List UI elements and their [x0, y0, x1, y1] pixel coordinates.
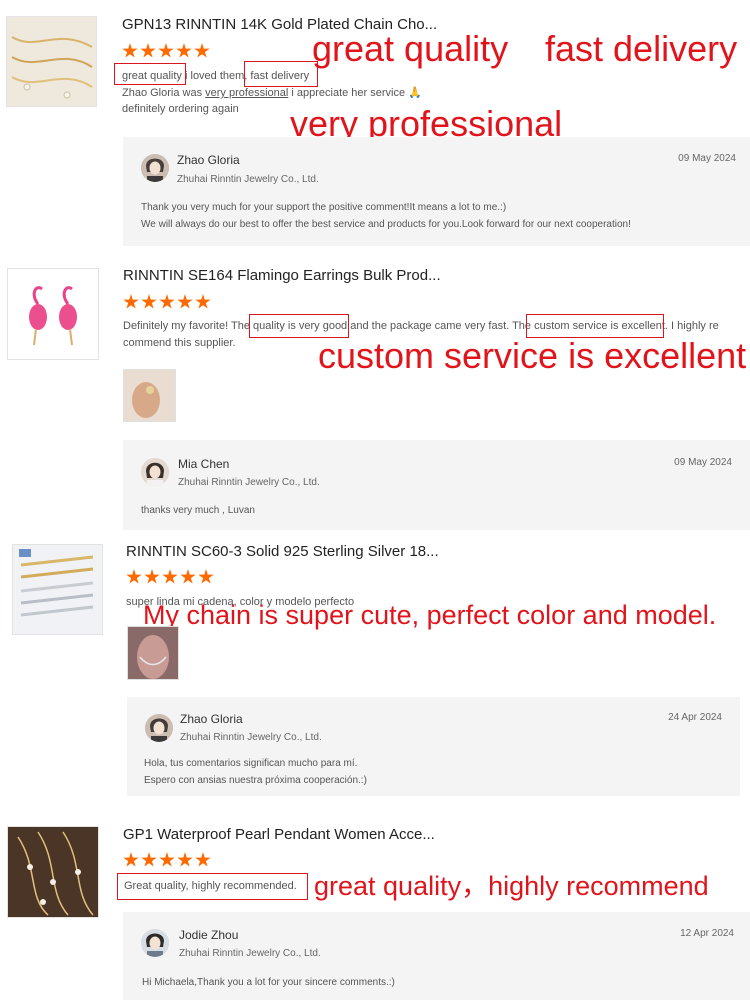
review-text-segment: Zhao Gloria was: [122, 87, 206, 99]
reply-text: Hi Michaela,Thank you a lot for your sin…: [142, 974, 742, 991]
highlight-box: [117, 873, 308, 900]
product-title-link[interactable]: RINNTIN SE164 Flamingo Earrings Bulk Pro…: [123, 267, 441, 284]
annotation-label: My chain is super cute, perfect color an…: [143, 600, 717, 630]
star-icon: [122, 43, 138, 58]
seller-reply: Zhao Gloria Zhuhai Rinntin Jewelry Co., …: [123, 137, 750, 246]
reply-author-name: Mia Chen: [178, 457, 230, 471]
pearl-pendant-image: [8, 827, 98, 917]
annotation-label: custom service is excellent: [318, 335, 747, 376]
avatar: [141, 154, 169, 182]
star-icon: [141, 294, 157, 309]
highlight-box: [114, 63, 186, 85]
reply-date: 09 May 2024: [674, 457, 732, 468]
product-title-link[interactable]: GP1 Waterproof Pearl Pendant Women Acce.…: [123, 826, 435, 843]
reply-text-line: Espero con ansias nuestra próxima cooper…: [144, 775, 367, 786]
annotation-label: great quality，highly recommend: [314, 871, 709, 901]
seller-reply: Jodie Zhou Zhuhai Rinntin Jewelry Co., L…: [123, 912, 750, 1000]
product-thumbnail[interactable]: [7, 826, 99, 918]
reply-author-name: Jodie Zhou: [179, 928, 239, 942]
review-text-segment: . I highly re: [664, 320, 719, 332]
review-text-segment: Definitely my favorite! The: [123, 320, 254, 332]
reply-author-name: Zhao Gloria: [177, 153, 240, 167]
avatar: [141, 458, 169, 486]
reply-text: Thank you very much for your support the…: [141, 199, 741, 233]
reply-company: Zhuhai Rinntin Jewelry Co., Ltd.: [180, 732, 322, 743]
flamingo-earrings-image: [8, 269, 98, 359]
product-thumbnail[interactable]: [6, 16, 97, 107]
reply-text-line: thanks very much , Luvan: [141, 505, 255, 516]
star-icon: [176, 43, 192, 58]
review-photo[interactable]: [123, 369, 176, 422]
star-icon: [141, 852, 157, 867]
review-photo[interactable]: [127, 626, 179, 680]
star-icon: [194, 43, 210, 58]
reply-company: Zhuhai Rinntin Jewelry Co., Ltd.: [177, 174, 319, 185]
reply-text-line: Hi Michaela,Thank you a lot for your sin…: [142, 977, 395, 988]
highlight-box: [244, 61, 318, 87]
rating-stars: [126, 569, 216, 585]
review-text-segment: i loved them,: [181, 70, 251, 82]
chain-image: [7, 17, 96, 106]
star-icon: [177, 852, 193, 867]
star-icon: [177, 294, 193, 309]
reply-date: 09 May 2024: [678, 153, 736, 164]
star-icon: [144, 569, 160, 584]
rating-stars: [122, 43, 212, 59]
product-thumbnail[interactable]: [7, 268, 99, 360]
reply-text: thanks very much , Luvan: [141, 502, 741, 519]
reply-date: 12 Apr 2024: [680, 928, 734, 939]
review-text-segment: i appreciate her service 🙏: [288, 87, 422, 99]
star-icon: [195, 852, 211, 867]
silver-chain-image: [13, 545, 102, 634]
star-icon: [123, 294, 139, 309]
star-icon: [159, 294, 175, 309]
avatar: [145, 714, 173, 742]
review-text-segment: and the package came very fast. The: [347, 320, 535, 332]
rating-stars: [123, 852, 213, 868]
reply-company: Zhuhai Rinntin Jewelry Co., Ltd.: [179, 948, 321, 959]
annotation-label: great quality: [312, 28, 509, 69]
avatar: [141, 929, 169, 957]
star-icon: [180, 569, 196, 584]
reply-text: Hola, tus comentarios significan mucho p…: [144, 755, 724, 789]
seller-reply: Zhao Gloria Zhuhai Rinntin Jewelry Co., …: [127, 697, 740, 796]
star-icon: [123, 852, 139, 867]
star-icon: [159, 852, 175, 867]
reply-text-line: Thank you very much for your support the…: [141, 202, 507, 213]
reply-text-line: Hola, tus comentarios significan mucho p…: [144, 758, 358, 769]
star-icon: [195, 294, 211, 309]
reply-date: 24 Apr 2024: [668, 712, 722, 723]
star-icon: [140, 43, 156, 58]
star-icon: [158, 43, 174, 58]
star-icon: [198, 569, 214, 584]
annotation-label: fast delivery: [545, 28, 738, 69]
seller-reply: Mia Chen Zhuhai Rinntin Jewelry Co., Ltd…: [123, 440, 750, 530]
reply-text-line: We will always do our best to offer the …: [141, 219, 631, 230]
reply-company: Zhuhai Rinntin Jewelry Co., Ltd.: [178, 477, 320, 488]
review-text-segment: very professional: [205, 87, 289, 99]
product-thumbnail[interactable]: [12, 544, 103, 635]
star-icon: [162, 569, 178, 584]
product-title-link[interactable]: RINNTIN SC60-3 Solid 925 Sterling Silver…: [126, 543, 439, 560]
star-icon: [126, 569, 142, 584]
reply-author-name: Zhao Gloria: [180, 712, 243, 726]
rating-stars: [123, 294, 213, 310]
